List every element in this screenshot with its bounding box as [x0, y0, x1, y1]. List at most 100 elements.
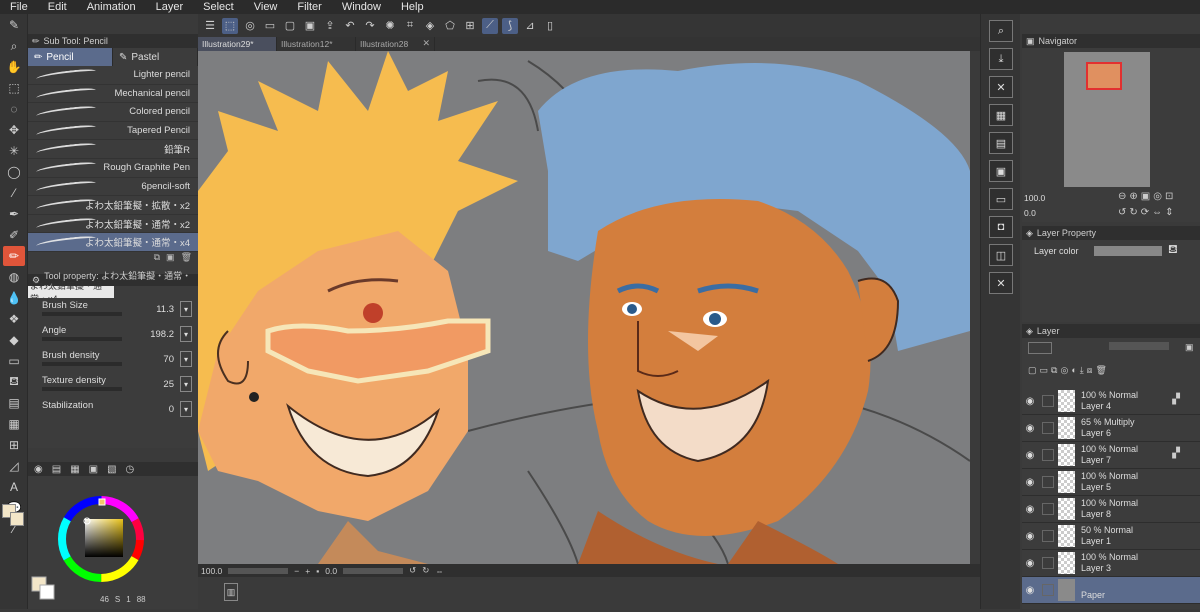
lock-toggle[interactable] — [1042, 557, 1054, 569]
hand-tool-icon[interactable]: ✋ — [3, 57, 25, 77]
property-value[interactable]: 198.2 — [150, 329, 174, 340]
fill-icon[interactable]: ⊡ — [1165, 191, 1173, 202]
lock-toggle[interactable] — [1042, 395, 1054, 407]
fill-selection-icon[interactable]: ◈ — [422, 18, 438, 34]
brush-item[interactable]: よわ太鉛筆擬・通常・x2 — [28, 215, 198, 234]
brush-item[interactable]: Lighter pencil — [28, 66, 198, 85]
fit-icon[interactable]: ▪ — [316, 566, 319, 576]
select-tool-icon[interactable]: ⬚ — [222, 17, 238, 34]
intermediate-color-icon[interactable]: ▣ — [89, 464, 98, 475]
lock-toggle[interactable] — [1042, 476, 1054, 488]
reset-rotate-icon[interactable]: ⟳ — [1141, 207, 1149, 218]
menu-icon[interactable]: ☰ — [202, 18, 218, 34]
property-slider[interactable] — [42, 362, 122, 366]
trash-icon[interactable]: 🗑 — [181, 252, 192, 264]
open-icon[interactable]: ▢ — [282, 18, 298, 34]
zoom-out-icon[interactable]: − — [294, 566, 299, 576]
close-tab-icon[interactable]: ✕ — [422, 38, 430, 49]
actual-size-icon[interactable]: ◎ — [1153, 191, 1162, 202]
color-swatch-mini[interactable] — [2, 504, 24, 530]
zoom-slider[interactable] — [228, 567, 289, 574]
save-icon[interactable]: ▣ — [302, 18, 318, 34]
layer-row[interactable]: ◉ 100 % Normal Layer 8 — [1022, 496, 1200, 523]
zoom-out-icon[interactable]: ⊖ — [1118, 191, 1126, 202]
color-wheel[interactable] — [28, 476, 198, 609]
pen-tool-icon[interactable]: ✎ — [3, 15, 25, 35]
lock-toggle[interactable] — [1042, 584, 1054, 596]
eye-icon[interactable]: ◉ — [1022, 531, 1038, 542]
app-icon[interactable]: ◎ — [242, 18, 258, 34]
eye-icon[interactable]: ◉ — [1022, 504, 1038, 515]
grid-icon[interactable]: ▦ — [989, 104, 1013, 126]
lock-toggle[interactable] — [1042, 503, 1054, 515]
layer-row[interactable]: ◉ 100 % Normal Layer 7 ▞ — [1022, 442, 1200, 469]
rotate-right-icon[interactable]: ↻ — [1129, 207, 1137, 218]
text-tool-icon[interactable]: A — [3, 477, 25, 497]
airbrush-icon[interactable]: ◍ — [3, 267, 25, 287]
redo-icon[interactable]: ↷ — [362, 18, 378, 34]
brush-item[interactable]: よわ太鉛筆擬・通常・x4 — [28, 233, 198, 252]
canvas-tab[interactable]: Illustration28 ✕ — [356, 37, 435, 51]
eyedropper-icon[interactable]: ⁄ — [3, 183, 25, 203]
blend-mode-dropdown[interactable] — [1028, 342, 1052, 354]
zoom-tool-icon[interactable]: ⌕ — [3, 36, 25, 56]
property-toggle-icon[interactable]: ▾ — [180, 351, 192, 367]
drawing-canvas[interactable] — [198, 51, 970, 564]
duplicate-icon[interactable]: ▣ — [166, 252, 175, 264]
blend-tool-icon[interactable]: 💧 — [3, 288, 25, 308]
color-slider-tab-icon[interactable]: ▤ — [52, 464, 61, 475]
snap-ruler-icon[interactable]: ⟋ — [482, 17, 498, 34]
lock-toggle[interactable] — [1042, 422, 1054, 434]
layer-row[interactable]: ◉ 100 % Normal Layer 5 — [1022, 469, 1200, 496]
eye-icon[interactable]: ◉ — [1022, 477, 1038, 488]
eye-icon[interactable]: ◉ — [1022, 558, 1038, 569]
sub-color-swatch[interactable] — [39, 584, 55, 600]
rotate-left-icon[interactable]: ↺ — [1118, 207, 1126, 218]
copy-icon[interactable]: ⧉ — [154, 252, 160, 264]
layer-row[interactable]: ◉ 100 % Normal Layer 3 — [1022, 550, 1200, 577]
clear-icon[interactable]: ✺ — [382, 18, 398, 34]
angle-value[interactable]: 0.0 — [325, 566, 337, 576]
image-icon[interactable]: ▣ — [989, 160, 1013, 182]
material-icon[interactable]: ▤ — [989, 132, 1013, 154]
reference-icon[interactable]: ◎ — [1060, 365, 1068, 384]
menu-item-view[interactable]: View — [244, 1, 288, 13]
split-icon[interactable]: ◫ — [989, 244, 1013, 266]
ruler-icon[interactable]: ⊿ — [522, 18, 538, 34]
flip-h-icon[interactable]: ⇔ — [1152, 207, 1162, 218]
property-slider[interactable] — [42, 312, 122, 316]
opacity-slider[interactable] — [1109, 342, 1169, 350]
menu-item-animation[interactable]: Animation — [77, 1, 146, 13]
property-toggle-icon[interactable]: ▾ — [180, 326, 192, 342]
eye-icon[interactable]: ◉ — [1022, 396, 1038, 407]
menu-item-layer[interactable]: Layer — [146, 1, 194, 13]
zoom-value[interactable]: 100.0 — [201, 566, 222, 576]
history-icon[interactable]: ◷ — [126, 464, 135, 475]
pen-icon[interactable]: ✒ — [3, 204, 25, 224]
tab-pastel[interactable]: ✎ Pastel — [113, 48, 198, 66]
rotate-right-icon[interactable]: ↻ — [422, 565, 429, 576]
move-tool-icon[interactable]: ✥ — [3, 120, 25, 140]
property-toggle-icon[interactable]: ▾ — [180, 301, 192, 317]
new-vector-icon[interactable]: ▢ — [1028, 365, 1037, 384]
zoom-in-icon[interactable]: + — [305, 566, 310, 576]
layer-row[interactable]: ◉ 100 % Normal Layer 4 ▞ — [1022, 388, 1200, 415]
approx-color-icon[interactable]: ▧ — [107, 464, 116, 475]
property-value[interactable]: 0 — [169, 404, 174, 415]
fill-icon[interactable]: ▭ — [3, 351, 25, 371]
export-icon[interactable]: ⇪ — [322, 18, 338, 34]
folder-icon[interactable]: ▭ — [989, 188, 1013, 210]
search-icon[interactable]: ⌕ — [989, 20, 1013, 42]
menu-item-window[interactable]: Window — [332, 1, 391, 13]
layer-color-swatch[interactable] — [1094, 246, 1162, 256]
menu-item-select[interactable]: Select — [193, 1, 244, 13]
property-slider[interactable] — [42, 387, 122, 391]
merge-icon[interactable]: ⤓ — [1080, 365, 1084, 384]
close-layer-icon[interactable]: ✕ — [989, 76, 1013, 98]
deselect-icon[interactable]: ⬠ — [442, 18, 458, 34]
new-folder-icon[interactable]: ▭ — [1040, 365, 1049, 384]
canvas-tab[interactable]: Illustration29* — [198, 37, 277, 51]
delete-icon[interactable]: ✕ — [989, 272, 1013, 294]
undo-icon[interactable]: ↶ — [342, 18, 358, 34]
property-toggle-icon[interactable]: ▾ — [180, 401, 192, 417]
